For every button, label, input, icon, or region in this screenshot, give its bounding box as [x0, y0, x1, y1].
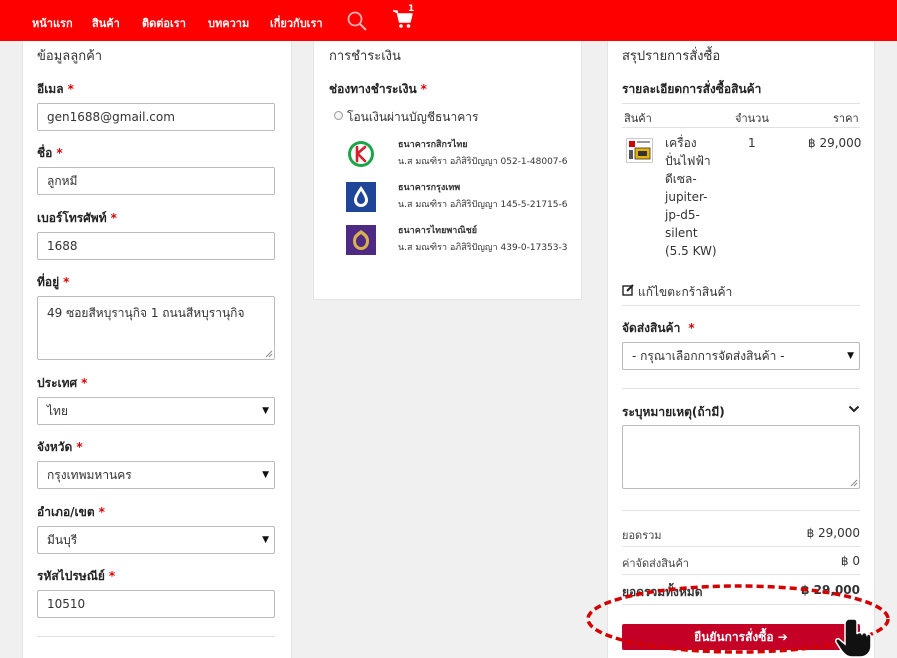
name-field[interactable]: ลูกหมี — [37, 167, 275, 195]
edit-icon[interactable] — [622, 284, 634, 296]
shipping-cost-value: ฿ 0 — [840, 554, 860, 568]
shipping-selected: - กรุณาเลือกการจัดส่งสินค้า - — [632, 348, 785, 363]
bank-name-kasikorn: ธนาคารกสิกรไทย — [398, 140, 468, 150]
zip-label: รหัสไปรษณีย์ * — [37, 569, 116, 583]
chevron-down-icon[interactable] — [848, 403, 860, 415]
province-label: จังหวัด * — [37, 440, 83, 454]
resize-grip-icon[interactable] — [849, 478, 858, 487]
phone-label: เบอร์โทรศัพท์ * — [37, 211, 117, 225]
district-selected: มีนบุรี — [47, 532, 78, 547]
hand-pointer-icon — [835, 618, 872, 658]
divider — [622, 305, 860, 306]
divider — [622, 546, 860, 547]
product-qty: 1 — [748, 136, 756, 150]
province-selected: กรุงเทพมหานคร — [47, 467, 132, 482]
note-label: ระบุหมายเหตุ(ถ้ามี) — [622, 405, 725, 419]
cart-count-badge: 1 — [408, 4, 415, 14]
district-select[interactable]: มีนบุรี ▼ — [37, 526, 275, 554]
shipping-select[interactable]: - กรุณาเลือกการจัดส่งสินค้า - ▼ — [622, 342, 860, 370]
divider — [622, 574, 860, 575]
bangkok-bank-logo — [346, 182, 376, 212]
country-selected: ไทย — [47, 403, 68, 418]
address-label: ที่อยู่ * — [37, 275, 70, 289]
search-icon[interactable] — [346, 10, 368, 32]
chevron-down-icon: ▼ — [847, 351, 854, 361]
email-field[interactable]: gen1688@gmail.com — [37, 103, 275, 131]
edit-cart-link[interactable]: แก้ไขตะกร้าสินค้า — [638, 283, 732, 302]
name-label: ชื่อ * — [37, 146, 63, 160]
subtotal-label: ยอดรวม — [622, 529, 662, 542]
payment-section-title: การชำระเงิน — [329, 49, 401, 64]
product-name-link[interactable]: เครื่องปั่นไฟฟ้าดีเซล-jupiter-jp-d5-sile… — [665, 134, 717, 260]
country-label: ประเทศ * — [37, 376, 88, 390]
shipping-cost-label: ค่าจัดส่งสินค้า — [622, 557, 689, 570]
customer-section-title: ข้อมูลลูกค้า — [37, 49, 103, 64]
bank-account-kasikorn: น.ส มณฑิรา อภิสิริปัญญา 052-1-48007-6 — [398, 157, 568, 167]
nav-articles[interactable]: บทความ — [208, 14, 249, 32]
product-thumbnail[interactable] — [626, 138, 653, 163]
address-textarea[interactable]: 49 ซอยสีหบุรานุกิจ 1 ถนนสีหบุรานุกิจ — [37, 296, 275, 360]
chevron-down-icon: ▼ — [262, 535, 269, 545]
divider — [622, 103, 860, 104]
col-qty: จำนวน — [735, 112, 769, 125]
province-select[interactable]: กรุงเทพมหานคร ▼ — [37, 461, 275, 489]
district-label: อำเภอ/เขต * — [37, 505, 105, 519]
nav-home[interactable]: หน้าแรก — [32, 14, 73, 32]
subtotal-value: ฿ 29,000 — [806, 526, 860, 540]
scb-logo — [346, 225, 376, 255]
note-textarea[interactable] — [622, 425, 860, 489]
divider — [622, 388, 860, 389]
payment-channel-label: ช่องทางชำระเงิน * — [329, 82, 427, 96]
address-value: 49 ซอยสีหบุรานุกิจ 1 ถนนสีหบุรานุกิจ — [47, 306, 245, 320]
summary-section-title: สรุปรายการสั่งซื้อ — [622, 49, 721, 64]
phone-field[interactable]: 1688 — [37, 232, 275, 260]
kasikorn-logo — [346, 139, 376, 169]
bank-transfer-option[interactable]: โอนเงินผ่านบัญชีธนาคาร — [347, 108, 478, 127]
bank-account-bangkok: น.ส มณฑิรา อภิสิริปัญญา 145-5-21715-6 — [398, 200, 568, 210]
bank-name-scb: ธนาคารไทยพาณิชย์ — [398, 226, 478, 236]
col-product: สินค้า — [624, 112, 652, 125]
shipping-label: จัดส่งสินค้า * — [622, 321, 695, 335]
chevron-down-icon: ▼ — [262, 470, 269, 480]
top-navbar: หน้าแรก สินค้า ติดต่อเรา บทความ เกี่ยวกั… — [0, 0, 897, 41]
divider — [622, 510, 860, 511]
country-select[interactable]: ไทย ▼ — [37, 397, 275, 425]
col-price: ราคา — [833, 112, 859, 125]
nav-products[interactable]: สินค้า — [92, 14, 120, 32]
zip-field[interactable]: 10510 — [37, 590, 275, 618]
divider — [622, 127, 860, 128]
bank-transfer-radio[interactable] — [334, 111, 343, 120]
chevron-down-icon: ▼ — [262, 406, 269, 416]
order-details-label: รายละเอียดการสั่งซื้อสินค้า — [622, 82, 762, 96]
bank-account-scb: น.ส มณฑิรา อภิสิริปัญญา 439-0-17353-3 — [398, 243, 568, 253]
product-price: ฿ 29,000 — [808, 136, 862, 150]
email-label: อีเมล * — [37, 82, 74, 96]
resize-grip-icon[interactable] — [264, 349, 273, 358]
divider — [37, 636, 275, 637]
nav-contact[interactable]: ติดต่อเรา — [142, 14, 186, 32]
nav-about[interactable]: เกี่ยวกับเรา — [270, 14, 323, 32]
bank-name-bangkok: ธนาคารกรุงเทพ — [398, 183, 461, 193]
